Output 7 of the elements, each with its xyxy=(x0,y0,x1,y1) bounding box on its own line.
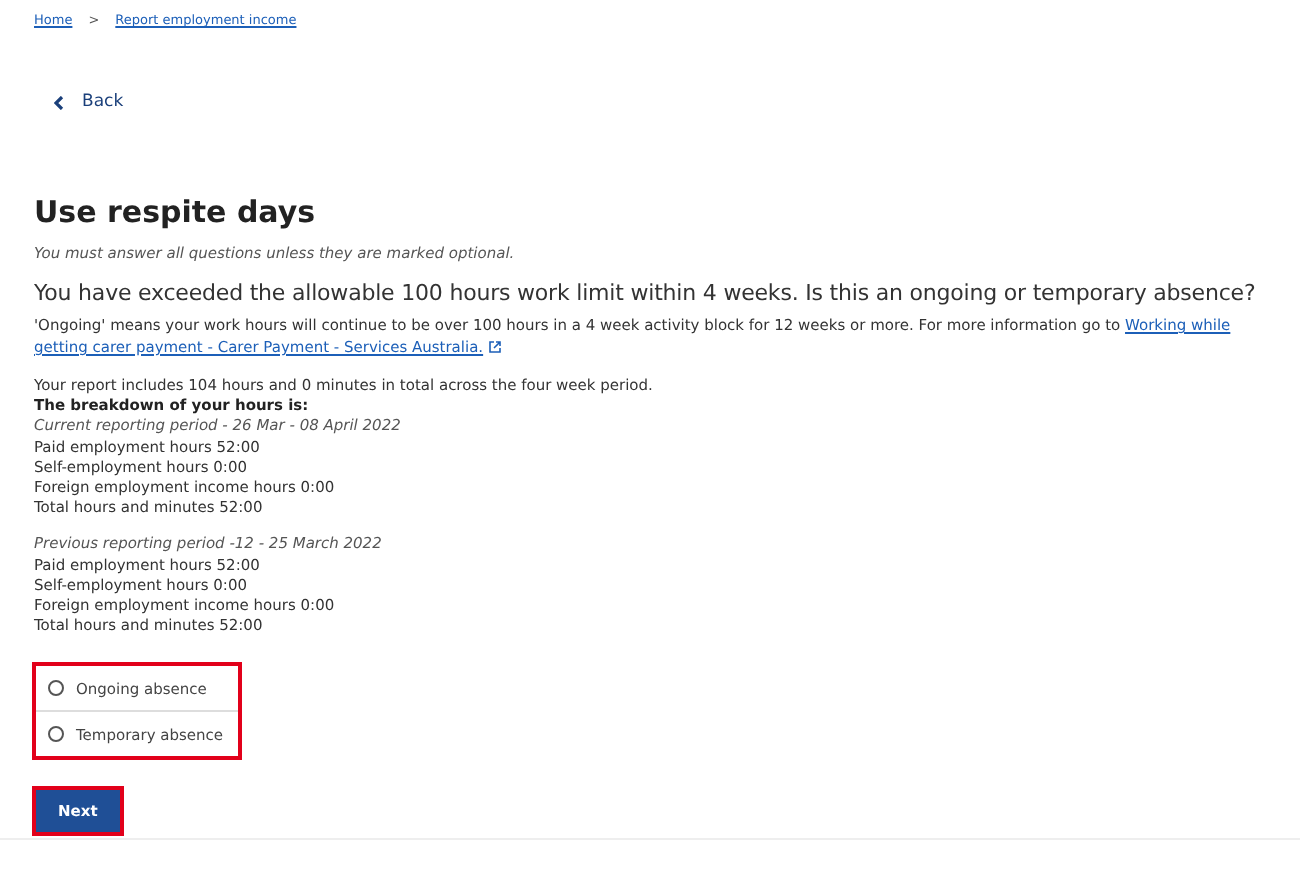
question-text: You have exceeded the allowable 100 hours work limit within 4 weeks. Is this an ongoing or temporary absence? xyxy=(34,280,1258,306)
page-title: Use respite days xyxy=(34,192,318,232)
external-link-icon[interactable] xyxy=(487,340,502,355)
back-link[interactable]: Back xyxy=(54,92,124,112)
radio-button[interactable] xyxy=(48,680,64,697)
chevron-left-icon xyxy=(54,95,64,109)
radio-button[interactable] xyxy=(48,726,64,743)
